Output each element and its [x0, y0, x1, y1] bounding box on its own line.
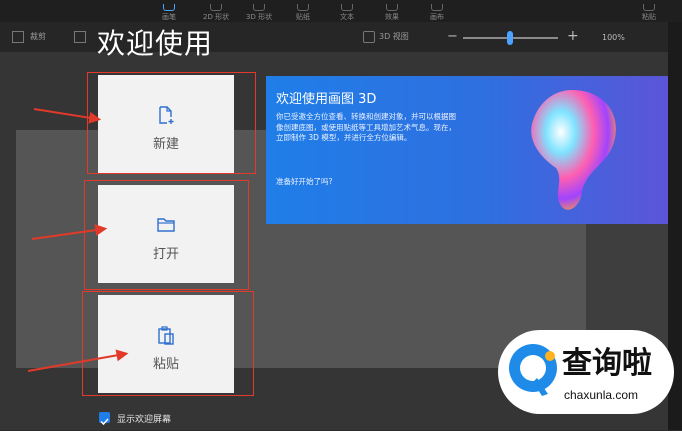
paint-3d-logo-icon [531, 90, 616, 210]
watermark: 查询啦 chaxunla.com [498, 330, 674, 414]
show-welcome-label: 显示欢迎屏幕 [117, 415, 172, 425]
tool-2d-shapes[interactable]: 2D 形状 [203, 4, 229, 22]
sticker-icon [297, 4, 309, 11]
crop-icon[interactable] [12, 31, 24, 43]
3d-view-toggle[interactable]: 3D 视图 [379, 31, 409, 42]
watermark-brand: 查询啦 [562, 346, 652, 381]
paste-toolbar-button[interactable]: 粘贴 [642, 4, 656, 22]
promo-description: 你已受邀全方位查看、转换和创建对象，并可以根据图像创建底图，或使用贴纸等工具增加… [276, 112, 456, 142]
tool-3d-shapes[interactable]: 3D 形状 [246, 4, 272, 22]
tool-effects[interactable]: 效果 [385, 4, 399, 22]
text-icon [341, 4, 353, 11]
annotation-box-new [87, 72, 256, 174]
checkmark-icon [100, 418, 109, 426]
watermark-logo-icon [509, 344, 557, 396]
watermark-url: chaxunla.com [564, 388, 639, 402]
promo-title: 欢迎使用画图 3D [276, 92, 377, 107]
annotation-box-open [84, 180, 249, 290]
2d-shapes-icon [210, 4, 223, 11]
tool-canvas[interactable]: 画布 [430, 4, 444, 22]
zoom-out-button[interactable]: − [447, 29, 458, 44]
top-toolbar: 画笔 2D 形状 3D 形状 贴纸 文本 效果 画布 粘贴 [0, 0, 682, 22]
crop-label[interactable]: 裁剪 [30, 31, 46, 42]
zoom-in-button[interactable]: + [567, 28, 579, 44]
zoom-slider-thumb[interactable] [507, 31, 513, 45]
effects-icon [386, 4, 398, 11]
zoom-level: 100% [602, 33, 625, 42]
show-welcome-checkbox[interactable] [99, 412, 110, 426]
3d-view-icon [363, 31, 375, 43]
tool-text[interactable]: 文本 [340, 4, 354, 22]
promo-question: 准备好开始了吗? [276, 177, 333, 186]
tool-stickers[interactable]: 贴纸 [296, 4, 310, 22]
welcome-title: 欢迎使用 [97, 27, 214, 60]
tool-brush[interactable]: 画笔 [162, 4, 176, 22]
annotation-box-paste [82, 291, 254, 396]
paste-icon [643, 4, 655, 11]
promo-panel: 欢迎使用画图 3D 你已受邀全方位查看、转换和创建对象，并可以根据图像创建底图，… [266, 76, 668, 224]
canvas-icon [431, 4, 443, 11]
brush-icon [163, 4, 175, 11]
magic-select-icon[interactable] [74, 31, 86, 43]
3d-shapes-icon [253, 4, 266, 11]
